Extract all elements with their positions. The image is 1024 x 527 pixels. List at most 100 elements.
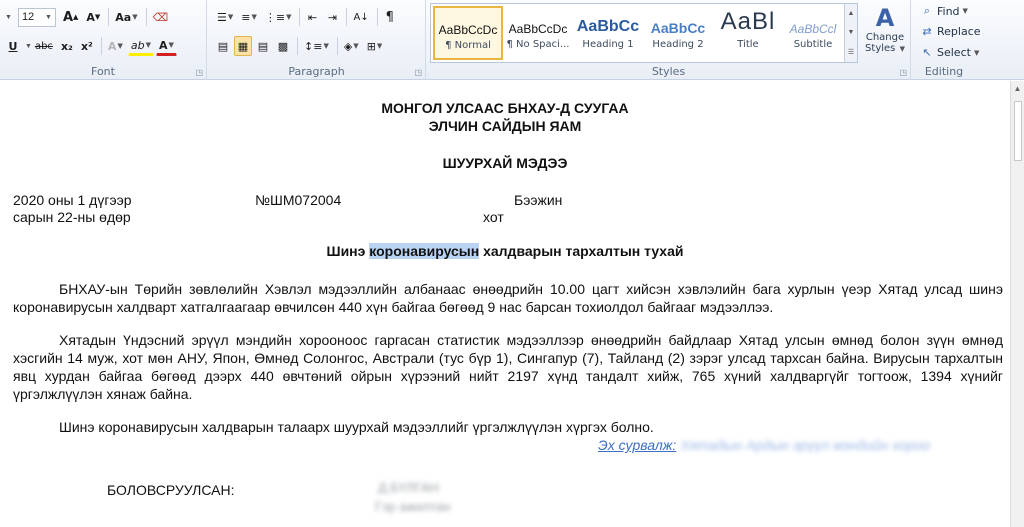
- style-preview: AaBbCcl: [789, 22, 837, 36]
- style-preview: AaBbCcDc: [508, 22, 568, 36]
- change-case-label: Aa: [115, 10, 132, 24]
- style-name: Heading 1: [582, 39, 634, 50]
- style-no-spacing[interactable]: AaBbCcDc ¶ No Spaci...: [503, 6, 573, 60]
- ribbon: ▼ 12 ▼ A ▲ A ▼ Aa ▼ ⌫ U ▼ abc x₂ x² A ▼ ab ▼ …: [0, 0, 1024, 80]
- superscript-button[interactable]: x²: [78, 36, 96, 56]
- date-line-2: сарын 22-ны өдөр: [13, 209, 131, 225]
- change-styles-label-2: Styles ▼: [865, 43, 905, 54]
- subscript-label: x₂: [60, 39, 73, 53]
- paragraph-3: Шинэ коронавирусын халдварын талаарх шуу…: [13, 418, 1003, 436]
- styles-gallery: AaBbCcDc ¶ Normal AaBbCcDc ¶ No Spaci...…: [430, 3, 858, 63]
- underline-dropdown-icon[interactable]: ▼: [25, 43, 32, 50]
- gallery-scrollbar[interactable]: ▲ ▼ ☰: [844, 4, 857, 62]
- font-color-label: A: [158, 38, 168, 52]
- select-label: Select: [937, 46, 971, 59]
- select-button[interactable]: ↖ Select ▼: [920, 46, 979, 59]
- vertical-ruler: [1013, 101, 1022, 161]
- subject-selected-text[interactable]: коронавирусын: [369, 243, 480, 259]
- underline-button[interactable]: U: [4, 36, 22, 56]
- multilevel-list-button[interactable]: ⋮≡ ▼: [262, 7, 295, 27]
- style-heading-2[interactable]: AaBbCc Heading 2: [643, 6, 713, 60]
- separator: [100, 37, 102, 55]
- city-line-1: Бээжин: [514, 192, 563, 208]
- highlight-label: ab: [130, 38, 145, 52]
- separator: [299, 8, 301, 26]
- increase-indent-button[interactable]: ⇥: [323, 7, 341, 27]
- sort-button[interactable]: A↓: [350, 7, 371, 27]
- paragraph-1: БНХАУ-ын Төрийн зөвлөлийн Хэвлэл мэдээлл…: [13, 280, 1003, 316]
- style-subtitle[interactable]: AaBbCcl Subtitle: [783, 6, 843, 60]
- style-name: ¶ No Spaci...: [506, 39, 570, 50]
- style-name: Subtitle: [793, 39, 833, 50]
- align-right-button[interactable]: ▤: [254, 36, 272, 56]
- clear-formatting-button[interactable]: ⌫: [150, 7, 172, 27]
- style-preview: AaBbCc: [576, 18, 640, 35]
- highlight-button[interactable]: ab ▼: [127, 36, 154, 56]
- source-link[interactable]: Хятадын Ардын эрүүл мэндийн хороо: [680, 437, 930, 453]
- style-title[interactable]: AaBl Title: [713, 6, 783, 60]
- paragraph-2-text: Хятадын Үндэсний эрүүл мэндийн хорооноос…: [13, 332, 1003, 402]
- change-styles-button[interactable]: A Change Styles ▼: [862, 4, 908, 54]
- strikethrough-button[interactable]: abc: [32, 36, 56, 56]
- subject-line: Шинэ коронавирусын халдварын тархалтын т…: [0, 243, 1010, 259]
- change-styles-label: Change: [865, 32, 905, 43]
- style-preview: AaBbCcDc: [438, 23, 498, 37]
- paragraph-group-label: Paragraph: [288, 65, 345, 78]
- grow-font-label: A: [62, 9, 73, 25]
- doc-title-line-1: МОНГОЛ УЛСААС БНХАУ-Д СУУГАА: [381, 100, 629, 116]
- change-case-button[interactable]: Aa ▼: [112, 7, 140, 27]
- doc-title-line-2: ЭЛЧИН САЙДЫН ЯАМ: [428, 118, 582, 134]
- dialog-launcher-icon[interactable]: ◳: [414, 68, 422, 77]
- numbering-button[interactable]: ≡ ▼: [238, 7, 260, 27]
- text-effects-label: A: [107, 39, 117, 53]
- show-formatting-button[interactable]: ¶: [381, 7, 399, 27]
- font-size-box[interactable]: 12 ▼: [17, 7, 56, 27]
- shrink-font-button[interactable]: A ▼: [83, 7, 103, 27]
- scroll-down-icon[interactable]: ▼: [848, 29, 855, 36]
- text-effects-button[interactable]: A ▼: [105, 36, 126, 56]
- style-heading-1[interactable]: AaBbCc Heading 1: [573, 6, 643, 60]
- find-label: Find: [937, 4, 960, 18]
- style-normal[interactable]: AaBbCcDc ¶ Normal: [433, 6, 503, 60]
- paragraph-group: ☰ ▼ ≡ ▼ ⋮≡ ▼ ⇤ ⇥ A↓ ¶ ▤ ▦ ▤ ▩ ↕≡ ▼ ◈ ▼ ⊞ ▼ Par…: [208, 0, 426, 80]
- separator: [108, 8, 110, 26]
- font-name-dropdown-icon[interactable]: ▼: [5, 14, 12, 21]
- date-line-1: 2020 оны 1 дүгээр: [13, 192, 132, 208]
- prepared-name: Д.БҮЛГАН: [378, 480, 439, 495]
- font-size-value: 12: [21, 11, 35, 23]
- doc-heading: ШУУРХАЙ МЭДЭЭ: [442, 155, 568, 171]
- strikethrough-label: abc: [34, 40, 53, 52]
- align-left-button[interactable]: ▤: [214, 36, 232, 56]
- document-page[interactable]: МОНГОЛ УЛСААС БНХАУ-Д СУУГАА ЭЛЧИН САЙДЫ…: [0, 81, 1010, 527]
- source-label[interactable]: Эх сурвалж:: [598, 437, 676, 453]
- replace-button[interactable]: ⇄ Replace: [920, 25, 980, 38]
- align-center-button[interactable]: ▦: [234, 36, 252, 56]
- grow-font-button[interactable]: A ▲: [60, 7, 81, 27]
- more-icon[interactable]: ☰: [848, 48, 854, 56]
- borders-button[interactable]: ⊞ ▼: [364, 36, 386, 56]
- bullets-button[interactable]: ☰ ▼: [214, 7, 236, 27]
- style-name: Title: [737, 39, 759, 50]
- subscript-button[interactable]: x₂: [58, 36, 76, 56]
- vertical-scrollbar[interactable]: ▲: [1010, 81, 1024, 527]
- paragraph-3-text: Шинэ коронавирусын халдварын талаарх шуу…: [59, 419, 654, 435]
- decrease-indent-button[interactable]: ⇤: [303, 7, 321, 27]
- shading-button[interactable]: ◈ ▼: [341, 36, 362, 56]
- font-group-label: Font: [91, 65, 115, 78]
- pilcrow-icon: ¶: [385, 9, 394, 25]
- style-name: Heading 2: [652, 39, 704, 50]
- editing-group-label: Editing: [924, 65, 964, 78]
- dialog-launcher-icon[interactable]: ◳: [195, 68, 203, 77]
- font-color-button[interactable]: A ▼: [155, 36, 177, 56]
- dialog-launcher-icon[interactable]: ◳: [899, 68, 907, 77]
- line-spacing-button[interactable]: ↕≡ ▼: [301, 36, 332, 56]
- find-button[interactable]: ⌕ Find ▼: [920, 4, 968, 18]
- paragraph-1-text: БНХАУ-ын Төрийн зөвлөлийн Хэвлэл мэдээлл…: [13, 281, 1003, 315]
- separator: [297, 37, 298, 55]
- prepared-label: БОЛОВСРУУЛСАН:: [107, 482, 235, 498]
- separator: [145, 8, 147, 26]
- justify-button[interactable]: ▩: [274, 36, 292, 56]
- scroll-up-icon[interactable]: ▲: [1011, 84, 1024, 93]
- subject-text-pre: Шинэ: [326, 243, 370, 259]
- scroll-up-icon[interactable]: ▲: [848, 10, 855, 17]
